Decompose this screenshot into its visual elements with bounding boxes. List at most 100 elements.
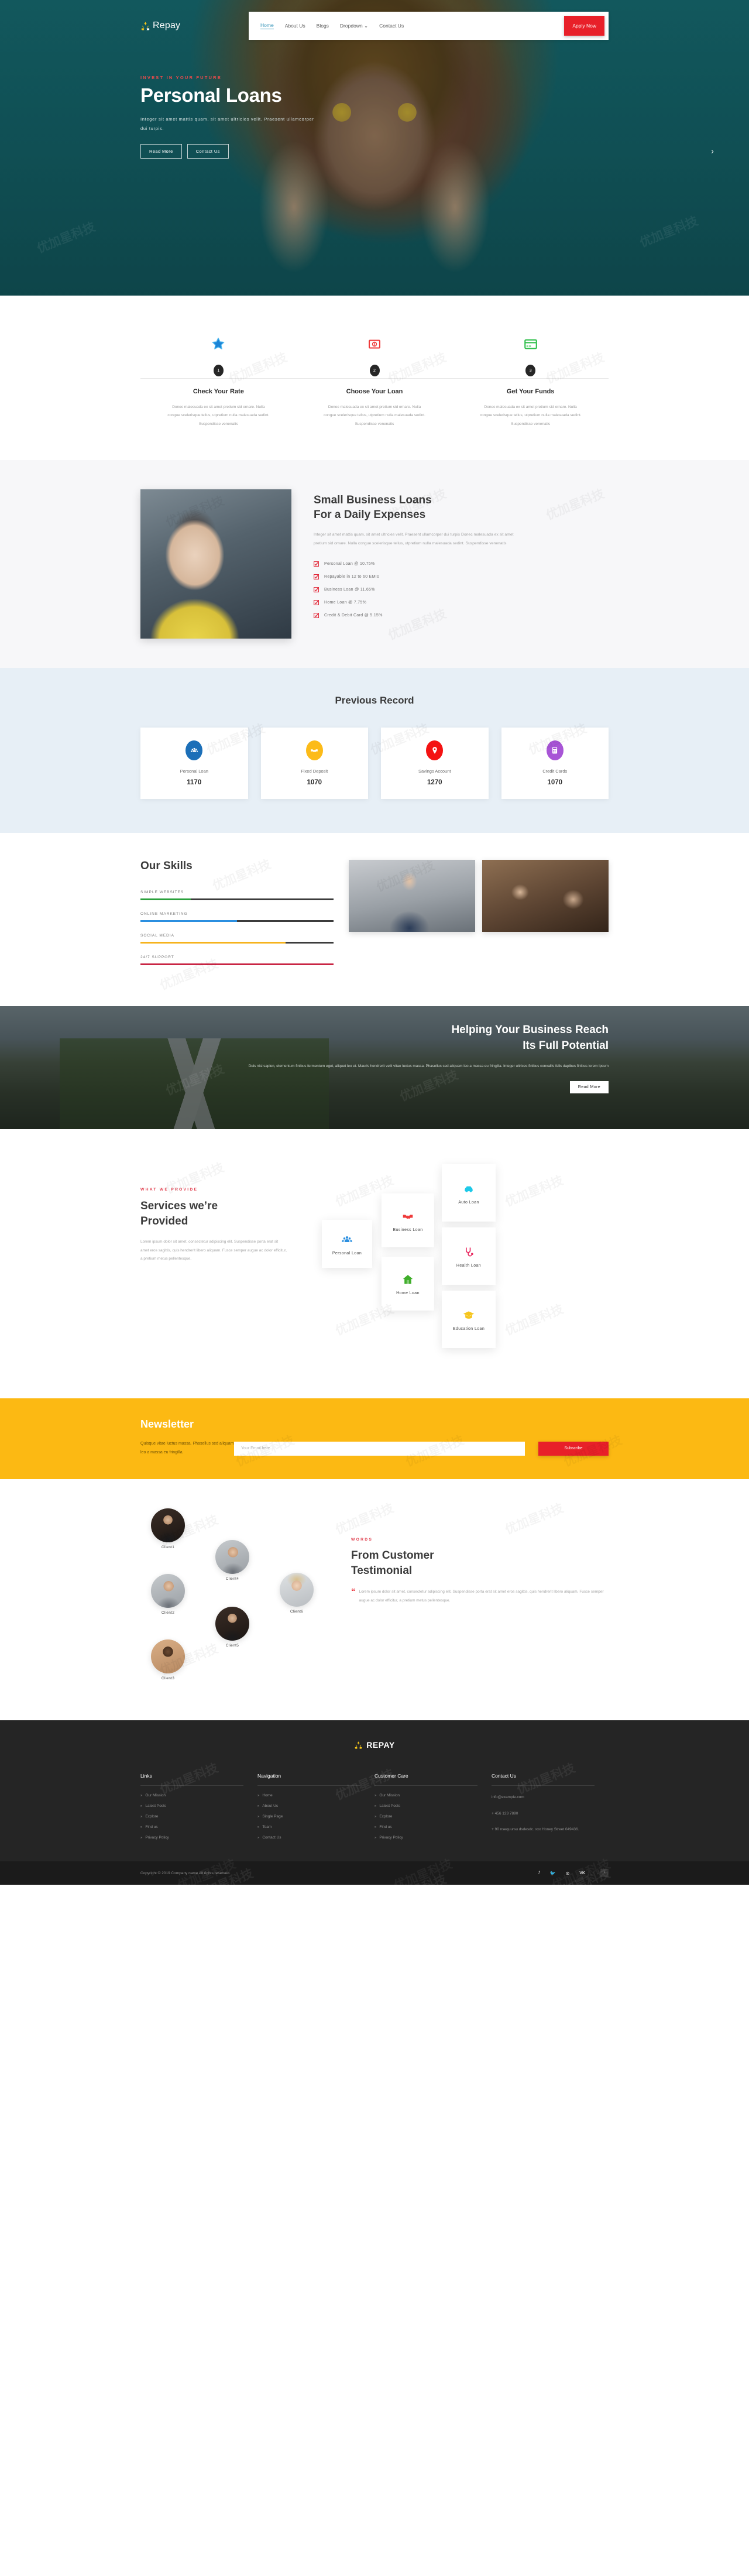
footer-link[interactable]: » Contact Us	[257, 1836, 374, 1840]
skill-progress-track	[140, 898, 334, 900]
footer-link-label: Contact Us	[262, 1836, 281, 1840]
vk-icon[interactable]: VK	[579, 1871, 585, 1875]
recycle-logo-icon	[354, 1741, 363, 1750]
newsletter-email-input[interactable]	[234, 1441, 525, 1456]
potential-read-more-button[interactable]: Read More	[569, 1081, 609, 1094]
service-card-personal-loan[interactable]: Personal Loan	[322, 1219, 372, 1268]
potential-title-line1: Helping Your Business Reach	[451, 1023, 609, 1036]
handshake-icon	[402, 1209, 414, 1224]
apply-now-button[interactable]: Apply Now	[564, 16, 604, 36]
recycle-logo-icon	[140, 21, 150, 31]
service-card-education-loan[interactable]: Education Loan	[442, 1290, 496, 1348]
people-icon	[185, 740, 203, 760]
skill-label: ONLINE MARKETING	[140, 911, 188, 916]
client-avatar-4[interactable]: Client4	[215, 1540, 249, 1581]
footer-logo[interactable]: REPAY	[140, 1740, 609, 1750]
record-card-savings-account[interactable]: Savings Account 1270	[381, 727, 489, 799]
skill-simple-websites: SIMPLE WEBSITES	[140, 890, 334, 900]
chevron-right-icon: »	[140, 1836, 143, 1840]
potential-paragraph: Duis nisi sapien, elementum finibus ferm…	[248, 1064, 609, 1068]
footer-link[interactable]: » Our Mission	[374, 1793, 492, 1798]
record-card-credit-cards[interactable]: Credit Cards 1070	[501, 727, 609, 799]
hero-eyebrow: INVEST IN YOUR FUTURE	[140, 75, 222, 80]
potential-banner-section: 优加星科技 优加星科技 Helping Your Business Reach …	[0, 1006, 749, 1129]
footer-link[interactable]: » Find us	[140, 1825, 257, 1829]
hero-content: INVEST IN YOUR FUTURE Personal Loans Int…	[140, 75, 609, 159]
list-item: Personal Loan @ 10.75%	[314, 561, 609, 567]
chevron-right-icon: »	[257, 1793, 260, 1798]
footer-link[interactable]: » Our Mission	[140, 1793, 257, 1798]
twitter-icon[interactable]: 🐦	[550, 1871, 556, 1876]
record-card-fixed-deposit[interactable]: Fixed Deposit 1070	[260, 727, 368, 799]
client-avatar-5[interactable]: Client5	[215, 1607, 249, 1648]
footer-link-label: Privacy Policy	[379, 1836, 403, 1840]
service-card-label: Education Loan	[452, 1326, 485, 1331]
nav-item-about-us[interactable]: About Us	[285, 23, 305, 29]
skills-panel: Our Skills SIMPLE WEBSITES ONLINE MARKET…	[140, 860, 334, 977]
skill-label: SIMPLE WEBSITES	[140, 890, 184, 894]
footer-link[interactable]: » About Us	[257, 1804, 374, 1808]
footer-link[interactable]: » Single Page	[257, 1814, 374, 1819]
client-avatar-1[interactable]: Client1	[151, 1508, 185, 1549]
footer-column-customer-care: Customer Care » Our Mission » Latest Posts…	[374, 1773, 492, 1846]
footer-link-label: Explore	[145, 1814, 159, 1819]
list-item-label: Credit & Debit Card @ 5.15%	[324, 613, 383, 618]
skills-photo-left	[349, 859, 475, 932]
footer-link[interactable]: » Home	[257, 1793, 374, 1798]
hero-contact-us-button[interactable]: Contact Us	[187, 143, 229, 159]
chevron-right-icon: »	[140, 1793, 143, 1798]
footer-link[interactable]: » Privacy Policy	[374, 1836, 492, 1840]
list-item-label: Repayable in 12 to 60 EMIs	[324, 574, 379, 579]
client-name: Client6	[290, 1610, 304, 1614]
newsletter-subscribe-button[interactable]: Subscribe	[538, 1441, 609, 1456]
brand-logo[interactable]: Repay	[140, 20, 249, 31]
service-card-business-loan[interactable]: Business Loan	[382, 1193, 434, 1247]
client-name: Client2	[161, 1611, 175, 1615]
nav-item-blogs[interactable]: Blogs	[317, 23, 329, 29]
nav-item-home[interactable]: Home	[260, 22, 274, 29]
footer-contact-email[interactable]: info@example.com	[492, 1793, 609, 1802]
service-card-label: Auto Loan	[458, 1200, 479, 1205]
footer-link[interactable]: » Latest Posts	[140, 1804, 257, 1808]
back-to-top-button[interactable]: ⌃	[600, 1869, 609, 1878]
footer-link[interactable]: » Explore	[374, 1814, 492, 1819]
footer-link[interactable]: » Latest Posts	[374, 1804, 492, 1808]
facebook-icon[interactable]: 𝑓	[538, 1870, 540, 1876]
record-card-label: Fixed Deposit	[301, 768, 328, 774]
nav-item-contact-us[interactable]: Contact Us	[379, 23, 404, 29]
hero-section: 优加星科技 优加星科技 Repay Home About Us Blogs Dr…	[0, 0, 749, 296]
service-card-auto-loan[interactable]: Auto Loan	[442, 1164, 496, 1222]
footer-link[interactable]: » Privacy Policy	[140, 1836, 257, 1840]
client-avatar-3[interactable]: Client3	[151, 1639, 185, 1680]
graduation-icon	[463, 1308, 475, 1323]
hero-next-slide-arrow[interactable]: ›	[711, 146, 714, 156]
footer-link[interactable]: » Explore	[140, 1814, 257, 1819]
dribbble-icon[interactable]: ⊛	[566, 1871, 570, 1876]
hero-read-more-button[interactable]: Read More	[140, 143, 182, 159]
hero-title: Personal Loans	[140, 84, 282, 106]
chevron-right-icon: »	[140, 1814, 143, 1819]
service-card-label: Personal Loan	[332, 1251, 362, 1256]
footer-link[interactable]: » Find us	[374, 1825, 492, 1829]
client-avatar-2[interactable]: Client2	[151, 1574, 185, 1615]
testimonial-eyebrow: WORDS	[351, 1538, 373, 1542]
record-card-personal-loan[interactable]: Personal Loan 1170	[140, 727, 248, 799]
home-icon	[402, 1272, 414, 1287]
nav-item-dropdown[interactable]: Dropdown ⌄	[340, 23, 368, 29]
footer-brand-name: REPAY	[366, 1740, 395, 1750]
client-avatar-6[interactable]: Client6	[280, 1573, 314, 1614]
chevron-right-icon: »	[140, 1804, 143, 1808]
service-card-label: Home Loan	[396, 1291, 420, 1295]
footer-column-navigation: Navigation » Home » About Us » Single Page …	[257, 1773, 374, 1846]
skill-progress-track	[140, 941, 334, 944]
skill-label: 24/7 SUPPORT	[140, 955, 174, 959]
testimonial-clients: Client1 Client2 Client3 Client4 Client5 …	[140, 1504, 339, 1691]
footer-link-label: Single Page	[262, 1814, 283, 1819]
footer-link[interactable]: » Team	[257, 1825, 374, 1829]
service-card-home-loan[interactable]: Home Loan	[382, 1256, 434, 1311]
service-card-health-loan[interactable]: Health Loan	[442, 1227, 496, 1285]
footer-column-heading: Navigation	[257, 1773, 281, 1779]
skill-progress-fill	[140, 963, 334, 965]
testimonial-title: From Customer Testimonial	[351, 1548, 609, 1579]
step-get-your-funds: 3 Get Your Funds Donec malesuada ex sit …	[452, 332, 609, 428]
